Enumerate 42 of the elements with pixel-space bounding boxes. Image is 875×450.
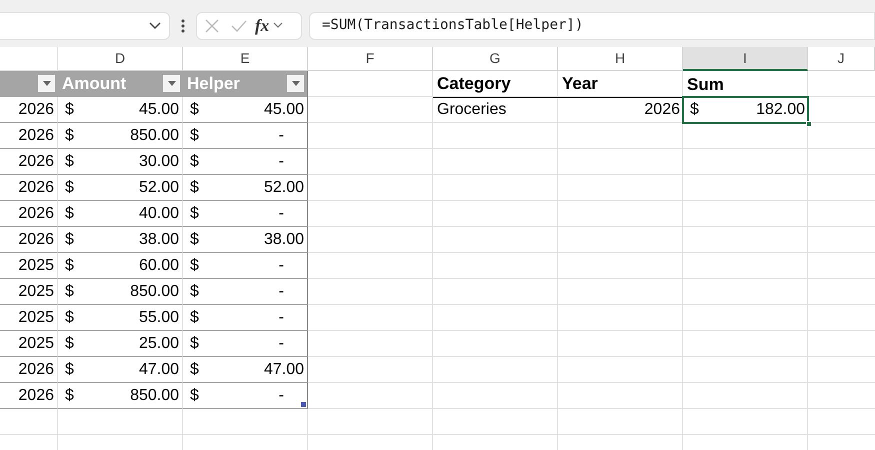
filter-button[interactable] — [287, 75, 304, 92]
table-header: Sum — [686, 74, 725, 96]
column-header[interactable]: E — [183, 47, 308, 71]
table-cell: $ 45.00 — [58, 97, 183, 123]
table-cell: 2026 — [0, 97, 58, 123]
fill-handle[interactable] — [806, 121, 812, 127]
table-cell-text: Groceries — [436, 100, 508, 120]
table-cell-text: 2026 — [643, 100, 681, 120]
resize-handle[interactable] — [301, 402, 306, 407]
filter-button[interactable] — [38, 75, 55, 92]
table-header: Helper — [187, 73, 240, 95]
chevron-down-icon[interactable] — [273, 22, 284, 29]
column-header[interactable]: H — [558, 47, 683, 71]
function-button[interactable]: fx — [255, 12, 270, 38]
table-header: Year — [558, 71, 683, 98]
table-cell: $ - — [183, 253, 308, 279]
table-cell: $ - — [183, 201, 308, 227]
column-header[interactable]: F — [308, 47, 433, 71]
table-cell: $ 38.00 — [183, 227, 308, 253]
table-cell: $ - — [183, 383, 308, 409]
column-header[interactable]: D — [58, 47, 183, 71]
table-cell: $ - — [183, 149, 308, 175]
table-cell: $ 52.00 — [183, 175, 308, 201]
caret-down-icon[interactable] — [168, 81, 176, 86]
check-icon[interactable] — [231, 20, 247, 32]
caret-down-icon[interactable] — [292, 81, 300, 86]
caret-down-icon[interactable] — [42, 81, 50, 86]
more-options-icon[interactable] — [181, 18, 185, 32]
column-header[interactable]: J — [808, 47, 875, 71]
column-header[interactable]: G — [433, 47, 558, 71]
formula-field[interactable]: =SUM(TransactionsTable[Helper]) — [309, 12, 875, 40]
table-cell: $ - — [183, 331, 308, 357]
filter-button[interactable] — [163, 75, 180, 92]
table-header: Category — [433, 71, 558, 98]
table-cell: $ - — [183, 305, 308, 331]
column-header[interactable]: I — [683, 47, 808, 71]
table-cell: $ - — [183, 123, 308, 149]
table-cell: $ 45.00 — [183, 97, 308, 123]
table-header: Amount — [62, 73, 126, 95]
table-cell: $ 47.00 — [183, 357, 308, 383]
chevron-down-icon[interactable] — [149, 22, 161, 30]
table-cell: $ - — [183, 279, 308, 305]
